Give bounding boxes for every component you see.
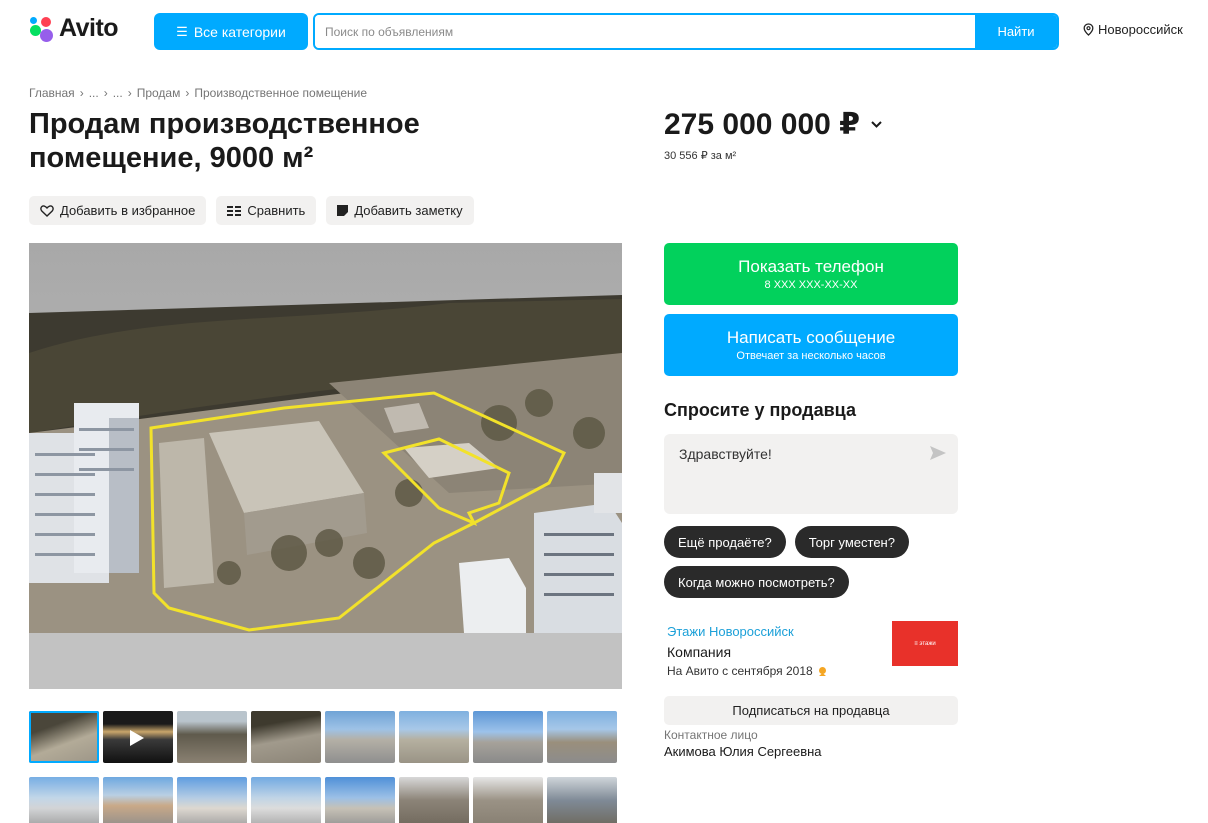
price-value: 275 000 000 ₽ — [664, 108, 861, 141]
send-icon[interactable] — [930, 446, 946, 460]
avito-logo[interactable]: Avito — [28, 14, 119, 43]
seller-since-text: На Авито с сентября 2018 — [667, 664, 813, 678]
main-photo[interactable] — [29, 243, 622, 689]
quick-questions: Ещё продаёте? Торг уместен? Когда можно … — [664, 526, 958, 598]
write-message-button[interactable]: Написать сообщение Отвечает за несколько… — [664, 314, 958, 376]
categories-search-icon: ☰ — [176, 23, 188, 39]
thumbnail[interactable] — [547, 711, 617, 763]
thumbnail[interactable] — [325, 777, 395, 823]
quick-question-chip[interactable]: Когда можно посмотреть? — [664, 566, 849, 598]
thumbnail[interactable] — [399, 711, 469, 763]
breadcrumb-item-sell[interactable]: Продам — [137, 86, 181, 100]
phone-mask: 8 XXX XXX-XX-XX — [764, 279, 858, 291]
compare-label: Сравнить — [247, 203, 306, 218]
badge-icon — [818, 666, 826, 676]
message-text: Здравствуйте! — [679, 446, 772, 462]
search-input[interactable] — [315, 15, 975, 48]
breadcrumb-item-category[interactable]: Производственное помещение — [194, 86, 367, 100]
price-block[interactable]: 275 000 000 ₽ — [664, 107, 883, 142]
thumbnail[interactable] — [29, 777, 99, 823]
ask-seller-title: Спросите у продавца — [664, 400, 856, 420]
compare-button[interactable]: Сравнить — [216, 196, 317, 225]
thumbnail[interactable] — [325, 711, 395, 763]
all-categories-button[interactable]: ☰ Все категории — [154, 13, 308, 50]
avito-logo-text: Avito — [59, 14, 119, 42]
quick-question-chip[interactable]: Ещё продаёте? — [664, 526, 786, 558]
thumbnail[interactable] — [399, 777, 469, 823]
seller-since: На Авито с сентября 2018 — [667, 664, 828, 678]
avito-logo-icon — [28, 15, 56, 43]
show-phone-button[interactable]: Показать телефон 8 XXX XXX-XX-XX — [664, 243, 958, 305]
chevron-down-icon[interactable] — [870, 120, 883, 129]
breadcrumb-separator: › — [79, 86, 84, 100]
price-per-m2: 30 556 ₽ за м² — [664, 150, 737, 162]
breadcrumb-item-3[interactable]: ... — [113, 86, 123, 100]
thumbnail[interactable] — [29, 711, 99, 763]
quick-question-chip[interactable]: Торг уместен? — [794, 526, 909, 558]
search-button[interactable]: Найти — [975, 15, 1057, 48]
response-time: Отвечает за несколько часов — [736, 350, 886, 362]
thumbnail[interactable] — [177, 777, 247, 823]
breadcrumb-item-home[interactable]: Главная — [29, 86, 75, 100]
breadcrumb-separator: › — [103, 86, 108, 100]
play-icon — [130, 730, 144, 746]
seller-name-link[interactable]: Этажи Новороссийск — [667, 624, 794, 639]
breadcrumb-separator: › — [127, 86, 132, 100]
thumbnail[interactable] — [251, 711, 321, 763]
seller-logo-text: ≡ этажи — [914, 640, 936, 647]
location-pin-icon — [1083, 23, 1094, 36]
thumbnail[interactable] — [177, 711, 247, 763]
subscribe-button[interactable]: Подписаться на продавца — [664, 696, 958, 725]
note-icon — [337, 205, 349, 216]
contact-person-name: Акимова Юлия Сергеевна — [664, 744, 822, 759]
city-selector[interactable]: Новороссийск — [1083, 22, 1183, 37]
thumbnail[interactable] — [251, 777, 321, 823]
aerial-photo-image — [29, 243, 622, 689]
breadcrumb-separator: › — [185, 86, 190, 100]
message-textarea[interactable]: Здравствуйте! — [664, 434, 958, 514]
add-note-button[interactable]: Добавить заметку — [326, 196, 474, 225]
seller-type: Компания — [667, 644, 732, 660]
all-categories-label: Все категории — [193, 23, 286, 40]
write-message-label: Написать сообщение — [726, 328, 896, 347]
heart-icon — [40, 204, 54, 217]
add-note-label: Добавить заметку — [354, 203, 463, 218]
search-bar: Найти — [313, 13, 1059, 50]
compare-icon — [227, 205, 242, 216]
listing-title: Продам производственное помещение, 9000 … — [29, 108, 420, 174]
seller-logo[interactable]: ≡ этажи — [892, 621, 958, 666]
add-to-favorites-button[interactable]: Добавить в избранное — [29, 196, 207, 225]
show-phone-label: Показать телефон — [738, 257, 884, 276]
thumbnail[interactable] — [103, 777, 173, 823]
thumbnail-video[interactable] — [103, 711, 173, 763]
city-name: Новороссийск — [1098, 22, 1183, 37]
thumbnail[interactable] — [473, 777, 543, 823]
breadcrumb: Главная › ... › ... › Продам › Производс… — [29, 86, 367, 100]
photo-thumbnails — [29, 711, 617, 823]
breadcrumb-item-2[interactable]: ... — [89, 86, 99, 100]
thumbnail[interactable] — [473, 711, 543, 763]
listing-actions: Добавить в избранное Сравнить Добавить з… — [29, 196, 474, 225]
thumbnail[interactable] — [547, 777, 617, 823]
add-to-favorites-label: Добавить в избранное — [60, 203, 196, 218]
contact-person-label: Контактное лицо — [664, 728, 758, 742]
